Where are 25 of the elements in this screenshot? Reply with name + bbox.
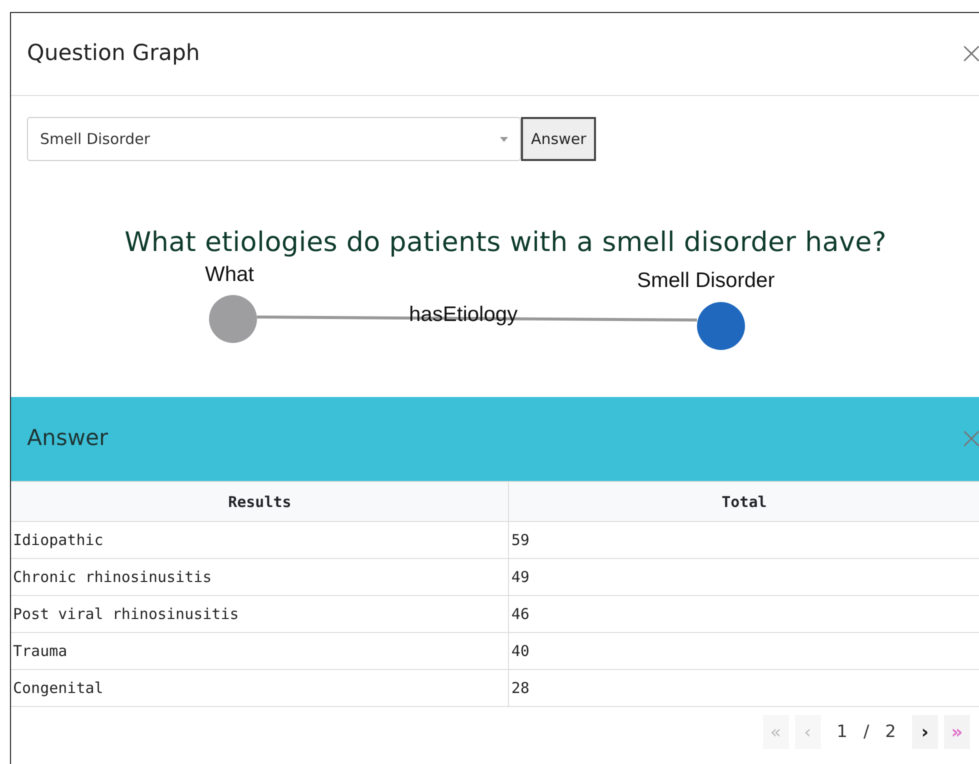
answer-title: Answer: [27, 426, 108, 453]
last-page-button[interactable]: »: [944, 715, 970, 750]
dialog-title: Question Graph: [27, 40, 200, 68]
column-header: Total: [508, 482, 979, 522]
node-label: Smell Disorder: [637, 268, 775, 294]
table-cell: Congenital: [11, 670, 509, 707]
page-total: 2: [885, 720, 896, 744]
caret-icon: [500, 136, 508, 142]
current-page: 1: [836, 720, 848, 744]
table-cell: Post viral rhinosinusitis: [11, 596, 509, 633]
next-page-button[interactable]: ›: [912, 715, 938, 750]
close-button[interactable]: ×: [958, 39, 979, 69]
question-select[interactable]: Smell Disorder: [27, 117, 521, 161]
question-heading: What etiologies do patients with a smell disorder have?: [123, 227, 888, 260]
table-cell: Trauma: [11, 632, 509, 670]
node-label: What: [205, 262, 254, 288]
graph-node[interactable]: [209, 295, 257, 344]
page-separator: /: [863, 720, 870, 744]
column-header: Results: [11, 482, 509, 522]
select-value: Smell Disorder: [40, 128, 150, 150]
graph-node[interactable]: [697, 302, 745, 350]
table-cell: Chronic rhinosinusitis: [11, 558, 509, 596]
answer-button[interactable]: Answer: [521, 117, 596, 161]
edge-label: hasEtiology: [409, 302, 518, 328]
table-cell: Idiopathic: [11, 522, 509, 559]
